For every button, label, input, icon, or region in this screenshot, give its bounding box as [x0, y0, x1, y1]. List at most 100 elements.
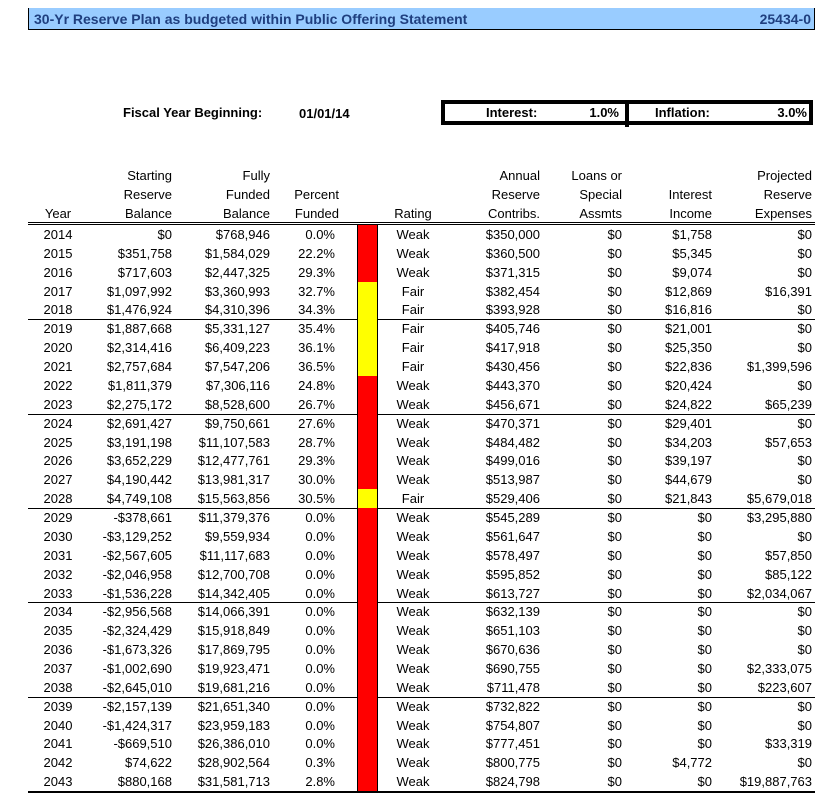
percent-funded-cell: 36.5%	[298, 359, 335, 375]
table-row: 2028 $4,749,108 $15,563,856 30.5% Fair $529,4…	[0, 489, 837, 508]
table-row: 2014 $0 $768,946 0.0% Weak $350,000 $0 $1,758 $0	[0, 225, 837, 244]
percent-funded-cell: 2.8%	[305, 774, 335, 790]
projected-expenses-cell: $65,239	[765, 396, 812, 412]
projected-expenses-cell: $0	[797, 453, 812, 469]
projected-expenses-cell: $0	[797, 264, 812, 280]
projected-expenses-cell: $0	[797, 245, 812, 261]
percent-funded-cell: 0.0%	[305, 642, 335, 658]
projected-expenses-cell: $0	[797, 623, 812, 639]
table-row: 2029 -$378,661 $11,379,376 0.0% Weak $545,289…	[0, 508, 837, 527]
table-row: 2019 $1,887,668 $5,331,127 35.4% Fair $405,74…	[0, 319, 837, 338]
page-title: 30-Yr Reserve Plan as budgeted within Pu…	[34, 11, 468, 27]
projected-expenses-cell: $223,607	[757, 679, 812, 695]
projected-expenses-cell: $3,295,880	[746, 510, 812, 526]
header-percent-funded: Funded	[294, 206, 339, 221]
table-row: 2043 $880,168 $31,581,713 2.8% Weak $824,798 $…	[0, 772, 837, 791]
projected-expenses-cell: $0	[797, 698, 812, 714]
percent-funded-cell: 28.7%	[298, 434, 335, 450]
percent-funded-cell: 0.0%	[305, 510, 335, 526]
percent-funded-cell: 30.5%	[298, 491, 335, 507]
projected-expenses-cell: $0	[797, 604, 812, 620]
table-row: 2015 $351,758 $1,584,029 22.2% Weak $360,500 $…	[0, 244, 837, 263]
percent-funded-cell: 0.0%	[305, 623, 335, 639]
percent-funded-cell: 24.8%	[298, 377, 335, 393]
projected-expenses-cell: $1,399,596	[746, 359, 812, 375]
projected-expenses-cell: $33,319	[765, 736, 812, 752]
percent-funded-cell: 26.7%	[298, 396, 335, 412]
percent-funded-cell: 29.3%	[298, 453, 335, 469]
table-row: 2016 $717,603 $2,447,325 29.3% Weak $371,315 $…	[0, 263, 837, 282]
table-row: 2020 $2,314,416 $6,409,223 36.1% Fair $417,91…	[0, 338, 837, 357]
percent-funded-cell: 0.0%	[305, 604, 335, 620]
table-row: 2023 $2,275,172 $8,528,600 26.7% Weak $456,67…	[0, 395, 837, 414]
interest-value: 1.0%	[589, 105, 619, 120]
table-row: 2024 $2,691,427 $9,750,661 27.6% Weak $470,37…	[0, 414, 837, 433]
header-percent-funded: Percent	[294, 187, 339, 202]
table-row: 2039 -$2,157,139 $21,651,340 0.0% Weak $732,8…	[0, 697, 837, 716]
rates-box: Interest: 1.0% Inflation: 3.0%	[441, 100, 813, 127]
percent-funded-cell: 34.3%	[298, 302, 335, 318]
percent-funded-cell: 27.6%	[298, 415, 335, 431]
percent-funded-cell: 0.0%	[305, 227, 335, 242]
table-row: 2042 $74,622 $28,902,564 0.3% Weak $800,775 $0…	[0, 753, 837, 772]
header-loans-special-assmts: Loans or	[571, 168, 622, 183]
percent-funded-cell: 35.4%	[298, 321, 335, 337]
header-projected-expenses: Reserve	[763, 187, 812, 202]
percent-funded-cell: 0.0%	[305, 566, 335, 582]
table-row: 2027 $4,190,442 $13,981,317 30.0% Weak $513,9…	[0, 470, 837, 489]
table-row: 2037 -$1,002,690 $19,923,471 0.0% Weak $690,7…	[0, 659, 837, 678]
percent-funded-cell: 0.0%	[305, 698, 335, 714]
projected-expenses-cell: $2,333,075	[746, 661, 812, 676]
table-row: 2031 -$2,567,605 $11,117,683 0.0% Weak $578,4…	[0, 546, 837, 565]
table-row: 2025 $3,191,198 $11,107,583 28.7% Weak $484,4…	[0, 433, 837, 452]
section-divider	[28, 791, 815, 794]
percent-funded-cell: 0.0%	[305, 547, 335, 563]
table-row: 2034 -$2,956,568 $14,066,391 0.0% Weak $632,1…	[0, 602, 837, 621]
projected-expenses-cell: $0	[797, 642, 812, 658]
projected-expenses-cell: $0	[797, 377, 812, 393]
projected-expenses-cell: $0	[797, 528, 812, 544]
percent-funded-cell: 32.7%	[298, 283, 335, 299]
table-row: 2036 -$1,673,326 $17,869,795 0.0% Weak $670,6…	[0, 640, 837, 659]
projected-expenses-cell: $16,391	[765, 283, 812, 299]
table-row: 2035 -$2,324,429 $15,918,849 0.0% Weak $651,1…	[0, 621, 837, 640]
header-projected-expenses: Projected	[757, 168, 812, 183]
percent-funded-cell: 22.2%	[298, 245, 335, 261]
projected-expenses-cell: $85,122	[765, 566, 812, 582]
projected-expenses-cell: $57,653	[765, 434, 812, 450]
projected-expenses-cell: $0	[797, 472, 812, 488]
table-row: 2022 $1,811,379 $7,306,116 24.8% Weak $443,37…	[0, 376, 837, 395]
table-row: 2017 $1,097,992 $3,360,993 32.7% Fair $382,45…	[0, 282, 837, 301]
percent-funded-cell: 29.3%	[298, 264, 335, 280]
percent-funded-cell: 0.0%	[305, 717, 335, 733]
projected-expenses-cell: $0	[797, 717, 812, 733]
plan-code: 25434-0	[759, 11, 811, 27]
percent-funded-cell: 0.3%	[305, 755, 335, 771]
header-projected-expenses: Expenses	[754, 206, 812, 221]
percent-funded-cell: 0.0%	[305, 661, 335, 676]
projected-expenses-cell: $0	[797, 755, 812, 771]
title-bar: 30-Yr Reserve Plan as budgeted within Pu…	[28, 8, 815, 30]
projected-expenses-cell: $5,679,018	[746, 491, 812, 507]
projected-expenses-cell: $0	[797, 321, 812, 337]
inflation-value: 3.0%	[777, 105, 807, 120]
table-row: 2040 -$1,424,317 $23,959,183 0.0% Weak $754,8…	[0, 716, 837, 735]
projected-expenses-cell: $0	[797, 340, 812, 356]
table-row: 2026 $3,652,229 $12,477,761 29.3% Weak $499,0…	[0, 451, 837, 470]
table-row: 2032 -$2,046,958 $12,700,708 0.0% Weak $595,8…	[0, 565, 837, 584]
percent-funded-cell: 36.1%	[298, 340, 335, 356]
projected-expenses-cell: $0	[797, 415, 812, 431]
header-fully-funded-balance: Fully	[242, 168, 270, 183]
interest-label: Interest:	[486, 105, 538, 120]
percent-funded-cell: 0.0%	[305, 736, 335, 752]
inflation-label: Inflation:	[655, 105, 710, 120]
projected-expenses-cell: $0	[797, 302, 812, 318]
projected-expenses-cell: $2,034,067	[746, 585, 812, 601]
table-row: 2038 -$2,645,010 $19,681,216 0.0% Weak $711,4…	[0, 678, 837, 697]
percent-funded-cell: 0.0%	[305, 528, 335, 544]
percent-funded-cell: 30.0%	[298, 472, 335, 488]
table-row: 2021 $2,757,684 $7,547,206 36.5% Fair $430,45…	[0, 357, 837, 376]
projected-expenses-cell: $57,850	[765, 547, 812, 563]
table-row: 2033 -$1,536,228 $14,342,405 0.0% Weak $613,7…	[0, 584, 837, 603]
percent-funded-cell: 0.0%	[305, 679, 335, 695]
